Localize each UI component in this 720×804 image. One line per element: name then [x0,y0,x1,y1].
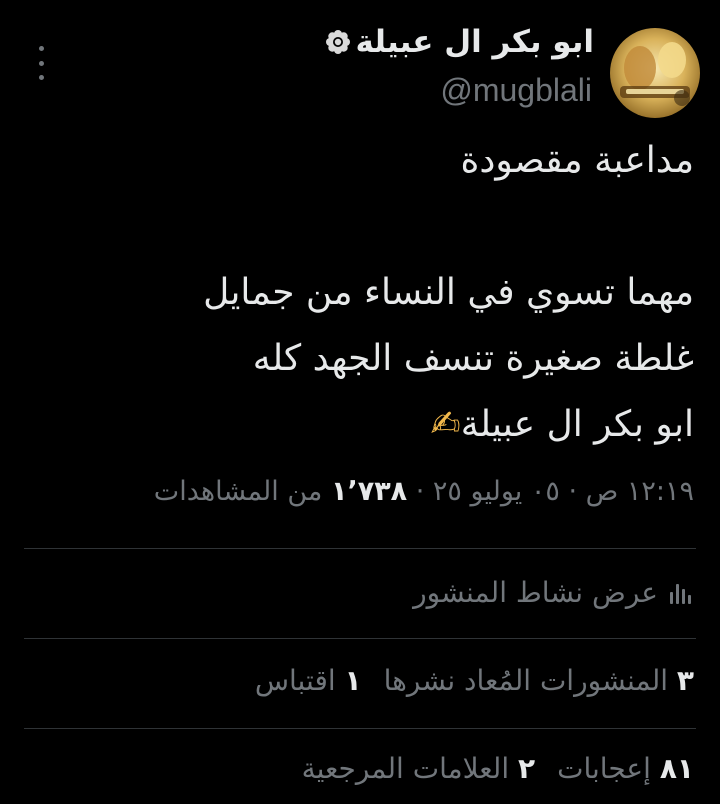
author-display-name[interactable]: ابو بكر ال عبيلة [324,24,595,60]
engagement-row-1: ٣ المنشورات المُعاد نشرها ١ اقتباس [255,664,694,697]
likes-count: ٨١ [659,752,694,785]
quotes-label: اقتباس [254,664,336,697]
activity-label: عرض نشاط المنشور [413,576,658,609]
views-count: ١٬٧٣٨ [330,476,408,507]
bookmarks-count: ٢ [518,752,536,785]
dot-icon [38,75,44,80]
dot-icon [38,46,44,51]
avatar-image-icon [610,28,700,118]
writing-hand-icon: ✍ [430,404,461,445]
avatar[interactable] [610,28,700,118]
divider [24,728,696,729]
post-line-4: ابو بكر ال عبيلة✍ [24,404,694,445]
post-date: ٠٥ يوليو ٢٥ [432,476,560,507]
reposts-count: ٣ [676,664,694,697]
flower-icon [325,30,350,54]
quotes-stat[interactable]: ١ اقتباس [255,664,362,697]
bookmarks-stat[interactable]: ٢ العلامات المرجعية [302,752,536,785]
likes-label: إعجابات [557,752,651,785]
post-meta: ١٢:١٩ ص · ٠٥ يوليو ٢٥ · ١٬٧٣٨ من المشاهد… [154,476,694,507]
reposts-label: المنشورات المُعاد نشرها [383,664,668,697]
more-options-button[interactable] [30,46,52,80]
post-line-3: غلطة صغيرة تنسف الجهد كله [252,338,694,379]
divider [24,638,696,639]
post-line-2: مهما تسوي في النساء من جمايل [203,272,694,313]
bar-chart-icon [670,583,691,604]
display-name-text: ابو بكر ال عبيلة [355,24,595,60]
divider [24,548,696,549]
likes-stat[interactable]: ٨١ إعجابات [557,752,694,785]
engagement-row-2: ٨١ إعجابات ٢ العلامات المرجعية [302,752,694,785]
reposts-stat[interactable]: ٣ المنشورات المُعاد نشرها [384,664,694,697]
post-line-1: مداعبة مقصودة [460,140,694,181]
dot-icon [38,60,44,66]
bookmarks-label: العلامات المرجعية [301,752,510,785]
views-label: من المشاهدات [153,476,323,507]
meta-separator: · [407,476,433,507]
signature-text: ابو بكر ال عبيلة [460,404,694,445]
meta-separator: · [559,476,586,507]
quotes-count: ١ [344,664,362,697]
author-handle[interactable]: @mugblali [440,72,592,109]
post-time: ١٢:١٩ ص [585,476,694,507]
view-post-activity[interactable]: عرض نشاط المنشور [413,576,694,609]
